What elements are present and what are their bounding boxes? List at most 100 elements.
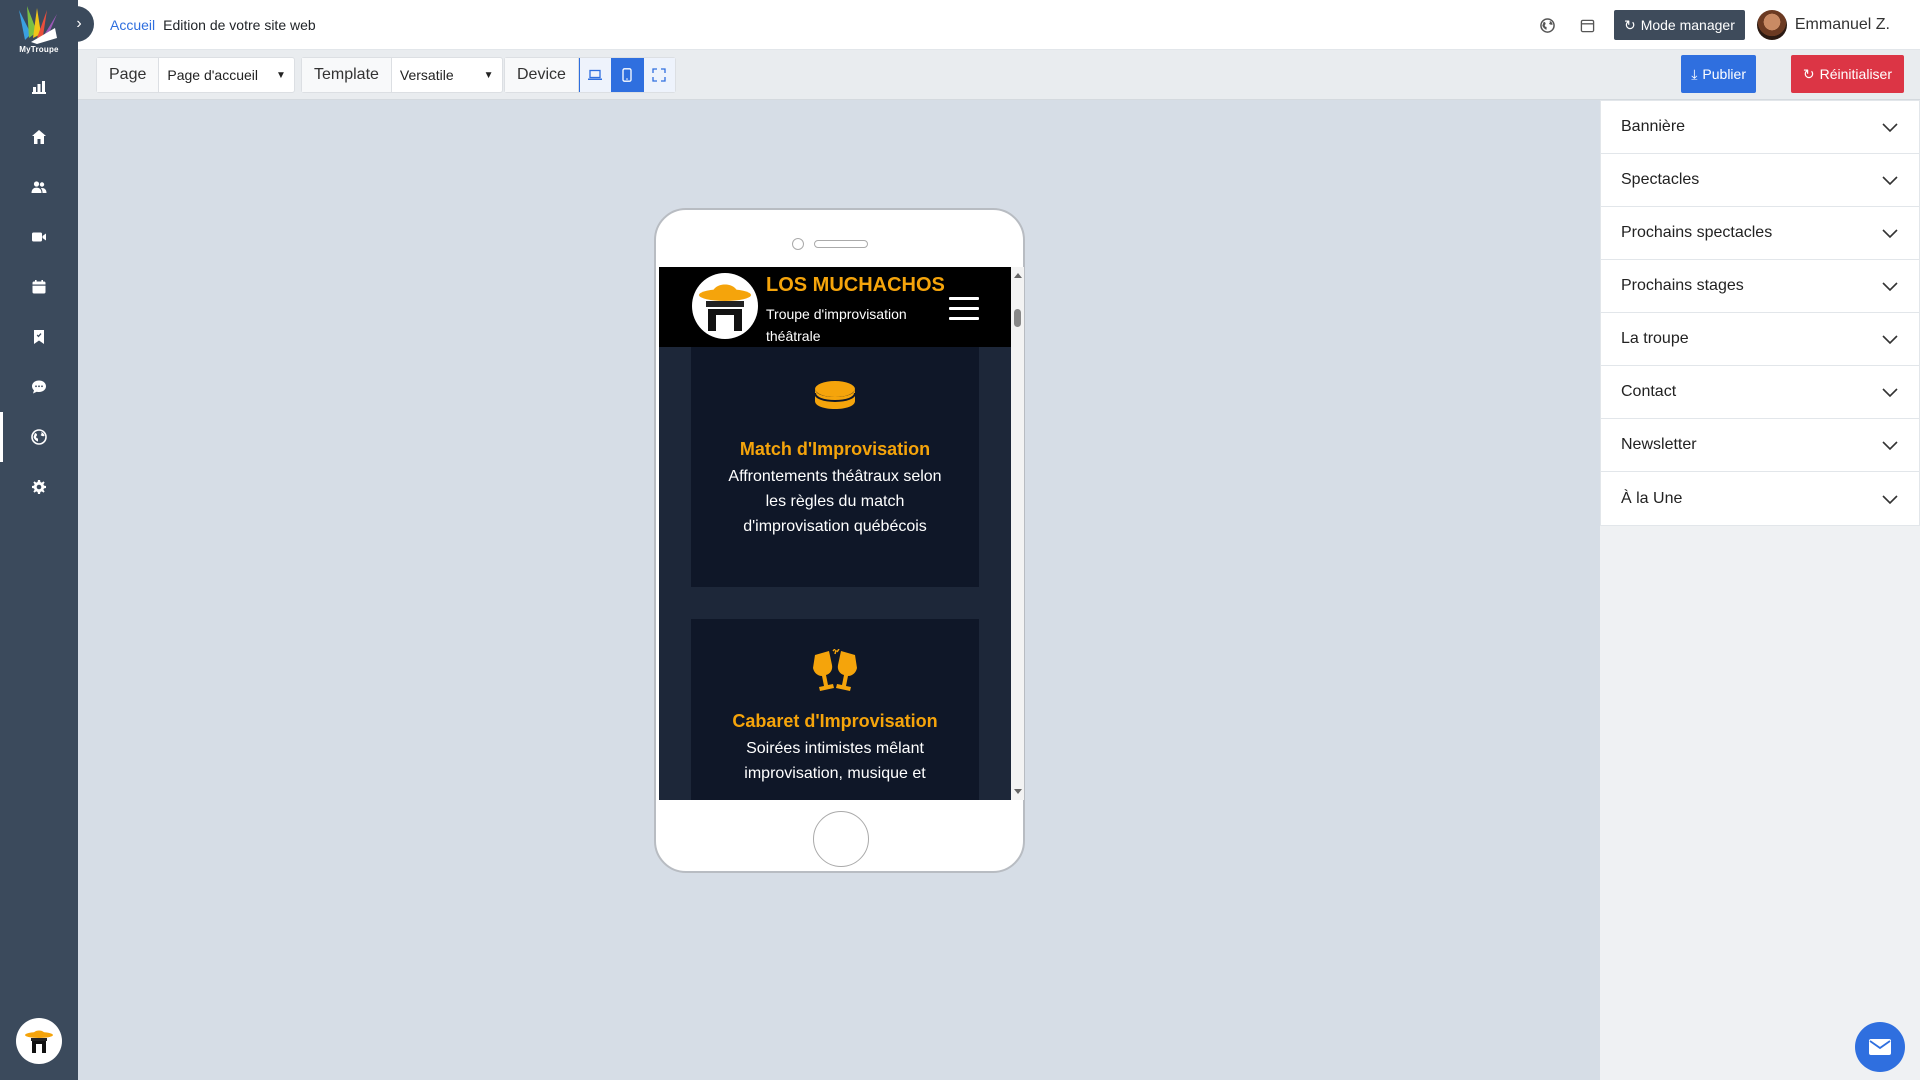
calendar-icon [32, 280, 46, 294]
scroll-up-icon[interactable] [1014, 273, 1022, 278]
site-logo[interactable] [692, 273, 758, 339]
template-selector-group: Template Versatile ▼ [301, 57, 503, 93]
users-icon [31, 181, 47, 193]
service-card[interactable]: Cabaret d'Improvisation Soirées intimist… [691, 619, 979, 800]
sidebar-item-members[interactable] [0, 162, 78, 212]
device-mobile-button[interactable] [610, 58, 643, 92]
section-label: À la Une [1621, 489, 1683, 507]
sidebar-item-home[interactable] [0, 112, 78, 162]
top-bar: Accueil Edition de votre site web ↻ Mode… [78, 0, 1920, 50]
chevron-down-icon [1882, 282, 1898, 292]
breadcrumb-current: Edition de votre site web [163, 17, 316, 33]
envelope-icon [1869, 1039, 1891, 1055]
mobile-preview-frame: Match d'Improvisation Affrontements théâ… [654, 208, 1025, 873]
phone-camera [792, 238, 804, 250]
preview-scrollbar[interactable] [1011, 267, 1024, 800]
logo-text: MyTroupe [19, 45, 59, 54]
publish-button[interactable]: ⤓ Publier [1681, 55, 1756, 93]
section-contact[interactable]: Contact [1601, 366, 1919, 419]
breadcrumb: Accueil Edition de votre site web [110, 17, 316, 33]
sombrero-logo-icon [699, 284, 751, 331]
publish-label: Publier [1702, 66, 1746, 82]
contact-chat-button[interactable] [1855, 1022, 1905, 1072]
page-select[interactable]: Page d'accueil ▼ [159, 58, 294, 92]
reset-button[interactable]: ↻ Réinitialiser [1790, 55, 1904, 93]
sidebar-item-settings[interactable] [0, 462, 78, 512]
calendar-button[interactable] [1574, 11, 1602, 39]
bar-chart-icon [32, 81, 46, 94]
section-la-troupe[interactable]: La troupe [1601, 313, 1919, 366]
sections-panel: Bannière Spectacles Prochains spectacles… [1600, 100, 1920, 1080]
sidebar-item-videos[interactable] [0, 212, 78, 262]
section-prochains-spectacles[interactable]: Prochains spectacles [1601, 207, 1919, 260]
download-icon: ⤓ [1691, 65, 1698, 82]
sidebar-item-calendar[interactable] [0, 262, 78, 312]
user-name: Emmanuel Z. [1794, 16, 1890, 33]
section-banniere[interactable]: Bannière [1601, 101, 1919, 154]
section-prochains-stages[interactable]: Prochains stages [1601, 260, 1919, 313]
refresh-icon: ↻ [1623, 16, 1636, 33]
troupe-avatar[interactable] [16, 1018, 62, 1064]
device-selector-group: Device [504, 57, 676, 93]
video-camera-icon [32, 232, 46, 242]
champagne-glasses-icon [691, 649, 979, 693]
card-title: Cabaret d'Improvisation [732, 711, 938, 731]
site-subtitle: Troupe d'improvisation théâtrale [766, 306, 907, 344]
chevron-down-icon [1882, 388, 1898, 398]
view-site-button[interactable] [1534, 11, 1562, 39]
globe-icon [31, 429, 47, 445]
sombrero-logo-icon [25, 1030, 53, 1053]
template-label: Template [302, 58, 392, 92]
section-a-la-une[interactable]: À la Une [1601, 472, 1919, 525]
section-label: Newsletter [1621, 436, 1697, 453]
section-label: Contact [1621, 383, 1677, 400]
hamburger-menu-icon[interactable] [949, 297, 979, 327]
hockey-puck-icon [691, 377, 979, 415]
sidebar-item-stats[interactable] [0, 62, 78, 112]
template-select-value: Versatile [399, 67, 454, 83]
phone-home-button [813, 811, 869, 867]
site-header: LOS MUCHACHOS Troupe d'improvisation thé… [659, 267, 1011, 347]
site-title: LOS MUCHACHOS [766, 274, 945, 296]
section-label: Prochains spectacles [1621, 224, 1773, 241]
sidebar-item-website[interactable] [0, 412, 78, 462]
manager-mode-button[interactable]: ↻ Mode manager [1613, 10, 1745, 40]
template-select[interactable]: Versatile ▼ [392, 58, 502, 92]
sidebar-nav [0, 62, 78, 512]
chevron-right-icon: › [76, 15, 82, 32]
section-label: Prochains stages [1621, 277, 1744, 294]
phone-speaker [814, 240, 868, 248]
sections-accordion: Bannière Spectacles Prochains spectacles… [1600, 100, 1920, 526]
chevron-down-icon: ▼ [276, 69, 286, 81]
device-fullscreen-button[interactable] [642, 58, 675, 92]
sidebar-item-bookmarks[interactable] [0, 312, 78, 362]
scroll-down-icon[interactable] [1014, 789, 1022, 794]
reset-label: Réinitialiser [1819, 66, 1892, 82]
device-desktop-button[interactable] [578, 58, 611, 92]
breadcrumb-home-link[interactable]: Accueil [110, 17, 155, 33]
preview-screen[interactable]: Match d'Improvisation Affrontements théâ… [659, 267, 1011, 800]
page-selector-group: Page Page d'accueil ▼ [96, 57, 295, 93]
section-spectacles[interactable]: Spectacles [1601, 154, 1919, 207]
section-label: La troupe [1621, 330, 1689, 347]
home-icon [32, 130, 46, 144]
card-text: Affrontements théâtraux selon les règles… [728, 468, 942, 535]
editor-toolbar: Page Page d'accueil ▼ Template Versatile… [78, 50, 1920, 100]
manager-mode-label: Mode manager [1640, 17, 1735, 33]
top-bar-actions: ↻ Mode manager Emmanuel Z. [1534, 10, 1890, 40]
section-label: Spectacles [1621, 171, 1700, 188]
card-text: Soirées intimistes mêlant improvisation,… [744, 740, 926, 782]
chevron-down-icon [1882, 335, 1898, 345]
card-title: Match d'Improvisation [739, 439, 931, 459]
section-label: Bannière [1621, 118, 1686, 135]
service-card[interactable]: Match d'Improvisation Affrontements théâ… [691, 347, 979, 587]
fullscreen-icon [652, 68, 667, 82]
sidebar-item-messages[interactable] [0, 362, 78, 412]
user-menu[interactable]: Emmanuel Z. [1756, 10, 1890, 40]
scroll-thumb[interactable] [1014, 309, 1021, 327]
gear-icon [32, 480, 46, 494]
section-newsletter[interactable]: Newsletter [1601, 419, 1919, 472]
globe-icon [1540, 17, 1556, 33]
device-label: Device [505, 58, 579, 92]
page-select-value: Page d'accueil [167, 67, 258, 83]
